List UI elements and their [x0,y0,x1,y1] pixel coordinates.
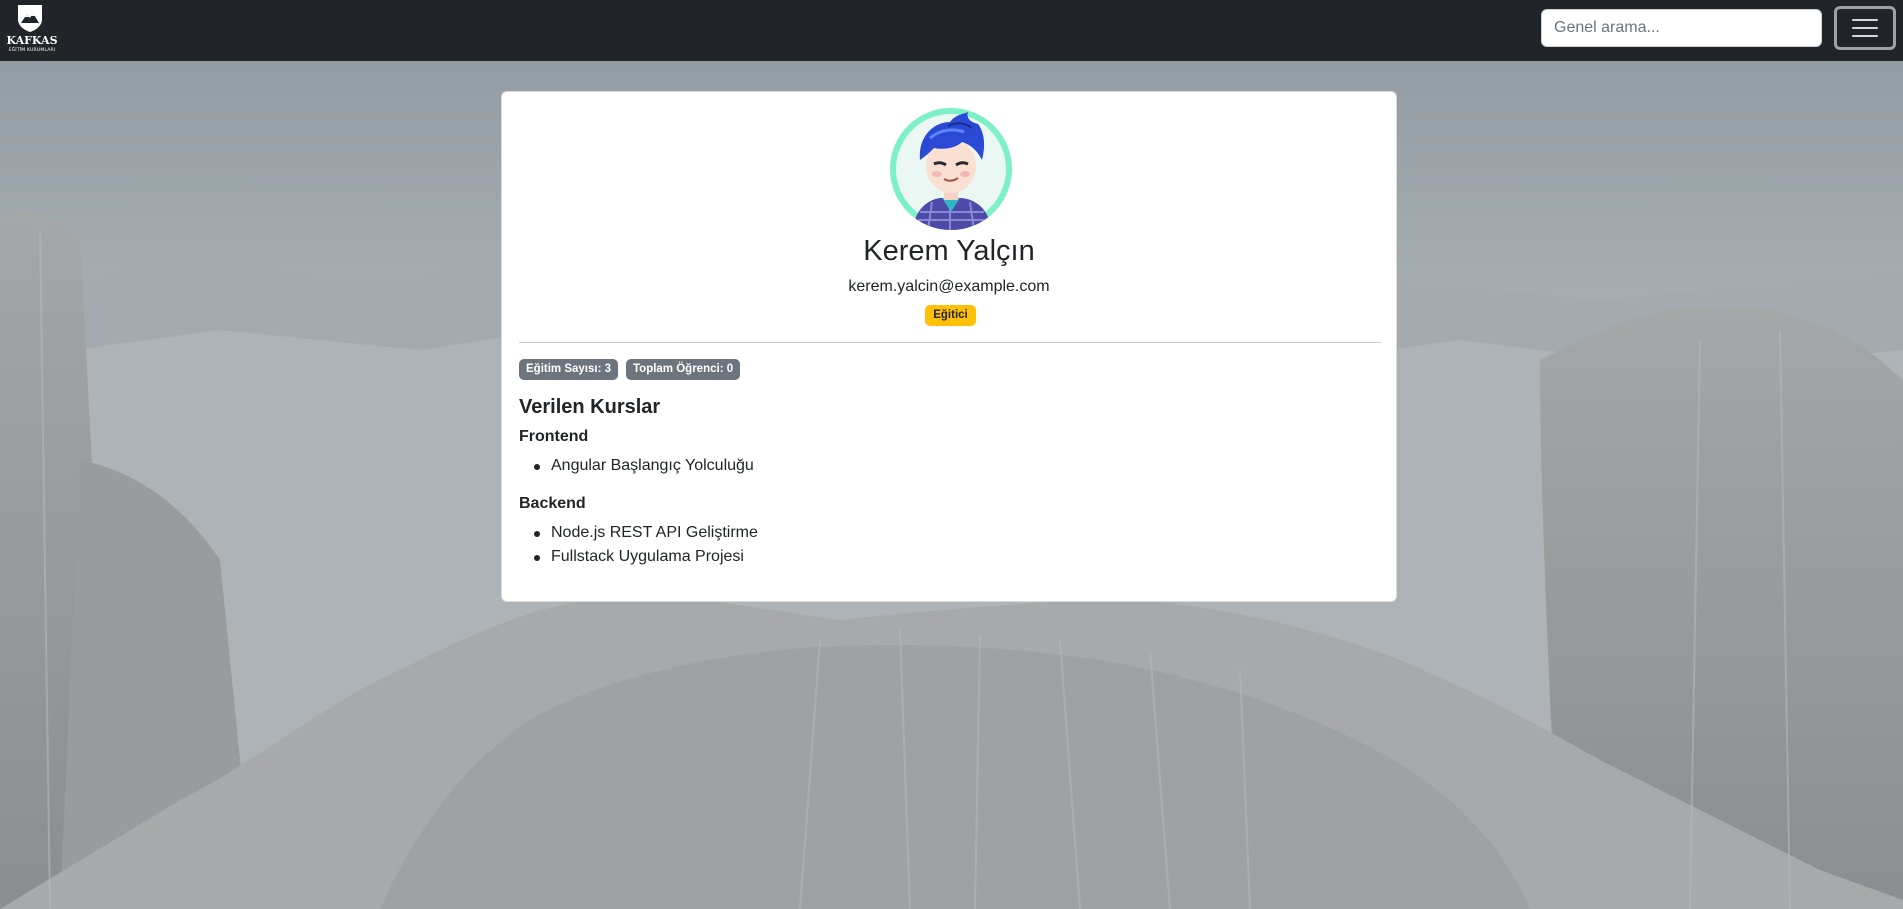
course-group-title: Backend [519,495,586,512]
course-list: Angular Başlangıç Yolculuğu [534,454,754,478]
menu-toggle-button[interactable] [1834,6,1896,50]
brand-logo[interactable]: KAFKAS EĞİTİM KURUMLARI [4,3,58,55]
brand-subtitle: EĞİTİM KURUMLARI [8,48,56,53]
profile-card: Kerem Yalçın kerem.yalcin@example.com Eğ… [501,91,1397,602]
course-list: Node.js REST API Geliştirme Fullstack Uy… [534,521,758,569]
divider [519,342,1381,343]
brand-name: KAFKAS [6,34,58,47]
profile-name: Kerem Yalçın [863,235,1035,267]
course-item: Node.js REST API Geliştirme [534,521,758,545]
course-item: Fullstack Uygulama Projesi [534,545,758,569]
student-count-badge: Toplam Öğrenci: 0 [626,359,741,380]
navbar: KAFKAS EĞİTİM KURUMLARI [0,0,1903,61]
global-search-input[interactable] [1541,9,1822,47]
hamburger-menu-icon [1852,19,1878,37]
mountain-shield-icon [18,5,42,32]
course-group-title: Frontend [519,428,589,445]
user-avatar [890,108,1012,230]
course-count-badge: Eğitim Sayısı: 3 [519,359,619,380]
courses-section-title: Verilen Kurslar [519,396,661,418]
course-item: Angular Başlangıç Yolculuğu [534,454,754,478]
role-badge: Eğitici [925,305,976,326]
profile-email: kerem.yalcin@example.com [848,278,1050,295]
